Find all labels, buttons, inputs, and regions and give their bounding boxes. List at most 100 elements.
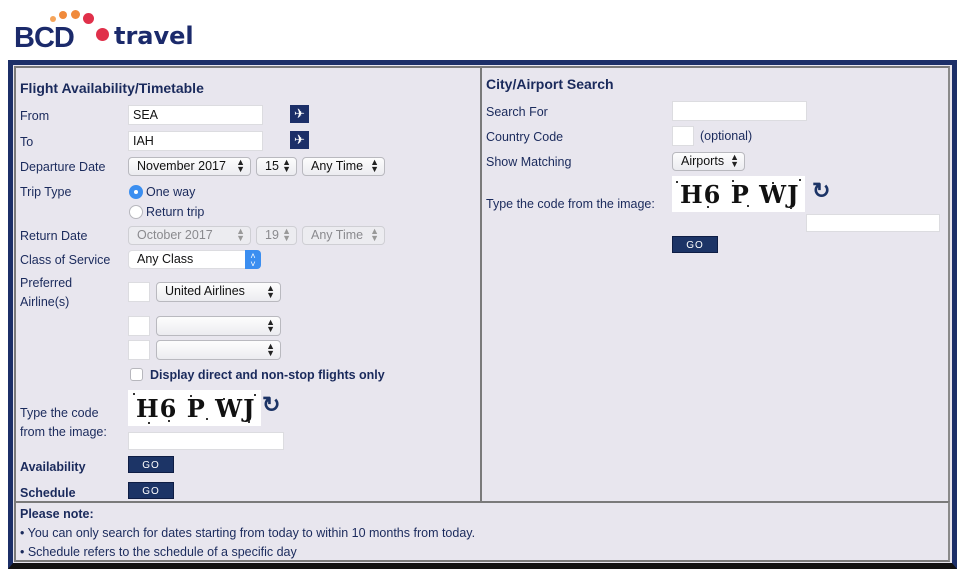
select-arrows-icon: ▲ ▼ (266, 317, 275, 334)
departure-month-select[interactable]: November 2017 ▲ ▼ (128, 157, 251, 176)
show-matching-label: Show Matching (486, 155, 572, 169)
trip-type-label: Trip Type (20, 185, 72, 199)
return-month-select[interactable]: October 2017 ▲ ▼ (128, 226, 251, 245)
show-matching-select[interactable]: Airports ▲ ▼ (672, 152, 745, 171)
city-captcha-code: H6 P WJ (680, 180, 800, 209)
airplane-icon: ✈ (294, 106, 305, 121)
return-day-select[interactable]: 19 ▲ ▼ (256, 226, 297, 245)
captcha-noise (248, 421, 250, 423)
show-matching-value: Airports (681, 154, 725, 168)
departure-day-select[interactable]: 15 ▲ ▼ (256, 157, 297, 176)
captcha-noise (732, 180, 734, 182)
logo-dot (83, 13, 94, 24)
availability-go-button[interactable]: GO (128, 456, 174, 473)
class-of-service-select[interactable]: Any Class ˄ ˅ (128, 250, 261, 269)
captcha-label-line1: Type the code (20, 406, 99, 420)
return-day-value: 19 (265, 228, 279, 242)
note-item: • You can only search for dates starting… (20, 526, 476, 540)
captcha-noise (790, 207, 792, 209)
country-code-hint: (optional) (700, 129, 753, 143)
logo-dot (96, 28, 109, 41)
captcha-noise (747, 205, 749, 207)
departure-time-select[interactable]: Any Time ▲ ▼ (302, 157, 385, 176)
class-of-service-label: Class of Service (20, 253, 111, 267)
notes-panel: Please note: • You can only search for d… (14, 501, 950, 562)
logo-bcd-text: BCD (14, 22, 75, 54)
availability-label: Availability (20, 460, 86, 474)
flight-availability-panel: Flight Availability/Timetable From SEA ✈… (14, 66, 482, 503)
bcd-travel-logo: BCD travel (14, 10, 204, 54)
search-for-input[interactable] (672, 101, 807, 121)
captcha-noise (772, 182, 774, 184)
select-arrows-icon: ▲ ▼ (370, 157, 379, 174)
search-for-label: Search For (486, 105, 548, 119)
captcha-noise (133, 393, 135, 395)
logo-dot (71, 10, 80, 19)
captcha-noise (676, 181, 678, 183)
to-airport-lookup-button[interactable]: ✈ (290, 131, 309, 149)
return-time-value: Any Time (311, 228, 364, 242)
captcha-code: H6 P WJ (136, 394, 256, 423)
notes-title: Please note: (20, 507, 94, 521)
country-code-input[interactable] (672, 126, 694, 146)
airline-select-3[interactable]: ▲ ▼ (156, 340, 281, 360)
return-month-value: October 2017 (137, 228, 213, 242)
city-captcha-image: H6 P WJ (672, 176, 805, 212)
captcha-noise (168, 420, 170, 422)
return-trip-label[interactable]: Return trip (146, 205, 204, 219)
select-arrows-icon: ˄ ˅ (245, 250, 261, 269)
return-date-label: Return Date (20, 229, 88, 243)
return-time-select[interactable]: Any Time ▲ ▼ (302, 226, 385, 245)
airline-code-input-2[interactable] (128, 316, 150, 336)
from-input[interactable]: SEA (128, 105, 263, 125)
city-captcha-input[interactable] (806, 214, 940, 232)
airline-select-2[interactable]: ▲ ▼ (156, 316, 281, 336)
preferred-airlines-label-line1: Preferred (20, 276, 73, 290)
captcha-noise (223, 398, 225, 400)
city-search-title: City/Airport Search (486, 76, 614, 92)
select-arrows-icon: ▲ ▼ (236, 157, 245, 174)
class-of-service-value: Any Class (137, 252, 194, 266)
captcha-noise (148, 422, 150, 424)
departure-month-value: November 2017 (137, 159, 226, 173)
schedule-go-button[interactable]: GO (128, 482, 174, 499)
select-arrows-icon: ▲ ▼ (282, 226, 291, 243)
captcha-noise (707, 206, 709, 208)
city-refresh-captcha-icon[interactable]: ↻ (812, 178, 830, 204)
to-label: To (20, 135, 34, 149)
captcha-input[interactable] (128, 432, 284, 450)
captcha-noise (254, 394, 256, 396)
from-airport-lookup-button[interactable]: ✈ (290, 105, 309, 123)
logo-travel-text: travel (114, 22, 194, 50)
logo-dot (59, 11, 67, 19)
city-captcha-label: Type the code from the image: (486, 197, 655, 211)
airline-code-input-1[interactable] (128, 282, 150, 302)
direct-flights-checkbox[interactable] (130, 368, 143, 381)
departure-date-label: Departure Date (20, 160, 106, 174)
select-arrows-icon: ▲ ▼ (370, 226, 379, 243)
one-way-radio[interactable] (129, 185, 143, 199)
select-arrows-icon: ▲ ▼ (266, 341, 275, 358)
direct-flights-label[interactable]: Display direct and non-stop flights only (150, 368, 385, 382)
return-trip-radio[interactable] (129, 205, 143, 219)
captcha-label-line2: from the image: (20, 425, 107, 439)
captcha-image: H6 P WJ (128, 390, 261, 426)
city-airport-search-panel: City/Airport Search Search For Country C… (480, 66, 950, 503)
schedule-label: Schedule (20, 486, 76, 500)
note-item: • Schedule refers to the schedule of a s… (20, 545, 297, 559)
captcha-noise (799, 179, 801, 181)
airline-code-input-3[interactable] (128, 340, 150, 360)
captcha-noise (206, 418, 208, 420)
select-arrows-icon: ▲ ▼ (266, 283, 275, 300)
departure-day-value: 15 (265, 159, 279, 173)
search-frame: Flight Availability/Timetable From SEA ✈… (8, 60, 957, 569)
one-way-label[interactable]: One way (146, 185, 195, 199)
to-input[interactable]: IAH (128, 131, 263, 151)
country-code-label: Country Code (486, 130, 564, 144)
airline-select-1[interactable]: United Airlines ▲ ▼ (156, 282, 281, 302)
city-search-go-button[interactable]: GO (672, 236, 718, 253)
refresh-captcha-icon[interactable]: ↻ (262, 392, 280, 418)
flight-section-title: Flight Availability/Timetable (20, 80, 204, 96)
captcha-noise (190, 395, 192, 397)
airline-select-1-value: United Airlines (165, 284, 245, 298)
